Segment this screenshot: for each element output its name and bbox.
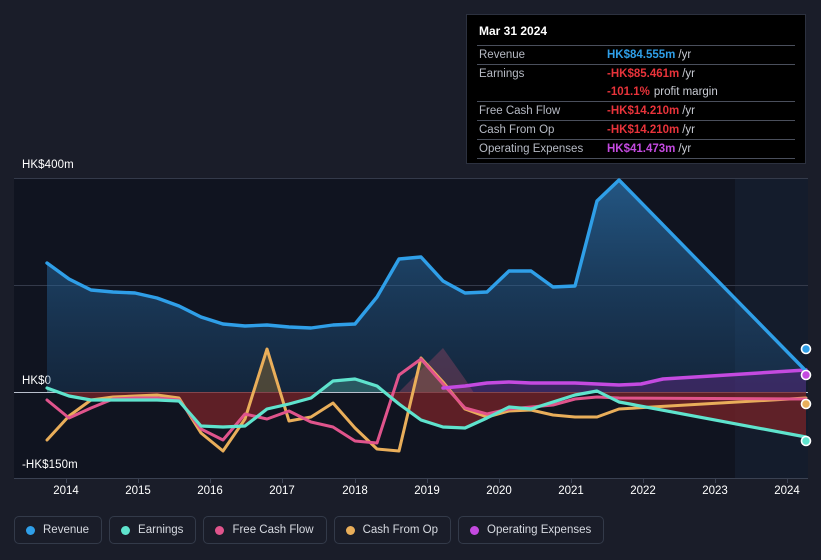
tooltip-value-revenue: HK$84.555m xyxy=(607,49,676,61)
tooltip-unit-free-cash-flow: /yr xyxy=(682,105,696,117)
tooltip-unit-revenue: /yr xyxy=(678,49,692,61)
tooltip-unit-profit-margin: profit margin xyxy=(653,86,718,98)
legend-item-earnings[interactable]: Earnings xyxy=(109,516,197,544)
tooltip-row-operating-expenses: Operating Expenses HK$41.473m /yr xyxy=(477,139,795,159)
tooltip-date: Mar 31 2024 xyxy=(479,24,548,38)
tooltip-label-operating-expenses: Operating Expenses xyxy=(479,143,584,155)
x-axis-label-2017: 2017 xyxy=(269,485,295,497)
tooltip-row-revenue: Revenue HK$84.555m /yr xyxy=(477,45,795,64)
x-axis-label-2022: 2022 xyxy=(630,485,656,497)
legend-item-cash-from-op[interactable]: Cash From Op xyxy=(333,516,452,544)
tooltip-row-profit-margin: -101.1% profit margin xyxy=(477,83,795,101)
x-axis-label-2014: 2014 xyxy=(53,485,79,497)
legend-item-operating-expenses[interactable]: Operating Expenses xyxy=(458,516,605,544)
x-axis-label-2023: 2023 xyxy=(702,485,728,497)
legend-item-free-cash-flow[interactable]: Free Cash Flow xyxy=(203,516,327,544)
earnings-color-dot-icon xyxy=(121,525,131,535)
legend-label-cash-from-op: Cash From Op xyxy=(362,524,439,536)
tooltip-unit-earnings: /yr xyxy=(682,68,696,80)
x-axis-label-2024: 2024 xyxy=(774,485,800,497)
tooltip-label-earnings: Earnings xyxy=(479,68,525,80)
financial-chart-screenshot: HK$400m HK$0 -HK$150m 2014 2015 2016 201… xyxy=(0,0,821,560)
x-axis-label-2021: 2021 xyxy=(558,485,584,497)
x-axis-label-2015: 2015 xyxy=(125,485,151,497)
cash-from-op-color-dot-icon xyxy=(345,525,355,535)
tooltip-value-operating-expenses: HK$41.473m xyxy=(607,143,676,155)
operating-expenses-color-dot-icon xyxy=(470,525,480,535)
revenue-area xyxy=(47,180,806,392)
tooltip-row-cash-from-op: Cash From Op -HK$14.210m /yr xyxy=(477,120,795,139)
x-axis-label-2016: 2016 xyxy=(197,485,223,497)
legend-item-revenue[interactable]: Revenue xyxy=(14,516,103,544)
x-axis-label-2018: 2018 xyxy=(342,485,368,497)
free-cash-flow-color-dot-icon xyxy=(215,525,225,535)
tooltip-label-revenue: Revenue xyxy=(479,49,526,61)
tooltip-unit-cash-from-op: /yr xyxy=(682,124,696,136)
chart-legend: Revenue Earnings Free Cash Flow Cash Fro… xyxy=(14,516,605,544)
tooltip-label-free-cash-flow: Free Cash Flow xyxy=(479,105,561,117)
tooltip-value-profit-margin: -101.1% xyxy=(607,86,650,98)
data-tooltip: Mar 31 2024 Revenue HK$84.555m /yr Earni… xyxy=(466,14,806,164)
revenue-color-dot-icon xyxy=(26,525,35,535)
tooltip-value-cash-from-op: -HK$14.210m xyxy=(607,124,680,136)
tooltip-value-free-cash-flow: -HK$14.210m xyxy=(607,105,680,117)
legend-label-operating-expenses: Operating Expenses xyxy=(487,524,592,536)
legend-label-revenue: Revenue xyxy=(43,524,90,536)
x-axis-label-2020: 2020 xyxy=(486,485,512,497)
legend-label-earnings: Earnings xyxy=(138,524,184,536)
legend-label-free-cash-flow: Free Cash Flow xyxy=(232,524,314,536)
x-axis-line xyxy=(14,478,808,479)
x-axis-label-2019: 2019 xyxy=(414,485,440,497)
tooltip-value-earnings: -HK$85.461m xyxy=(607,68,680,80)
tooltip-label-cash-from-op: Cash From Op xyxy=(479,124,555,136)
tooltip-row-earnings: Earnings -HK$85.461m /yr xyxy=(477,64,795,83)
tooltip-row-free-cash-flow: Free Cash Flow -HK$14.210m /yr xyxy=(477,101,795,120)
tooltip-unit-operating-expenses: /yr xyxy=(678,143,692,155)
